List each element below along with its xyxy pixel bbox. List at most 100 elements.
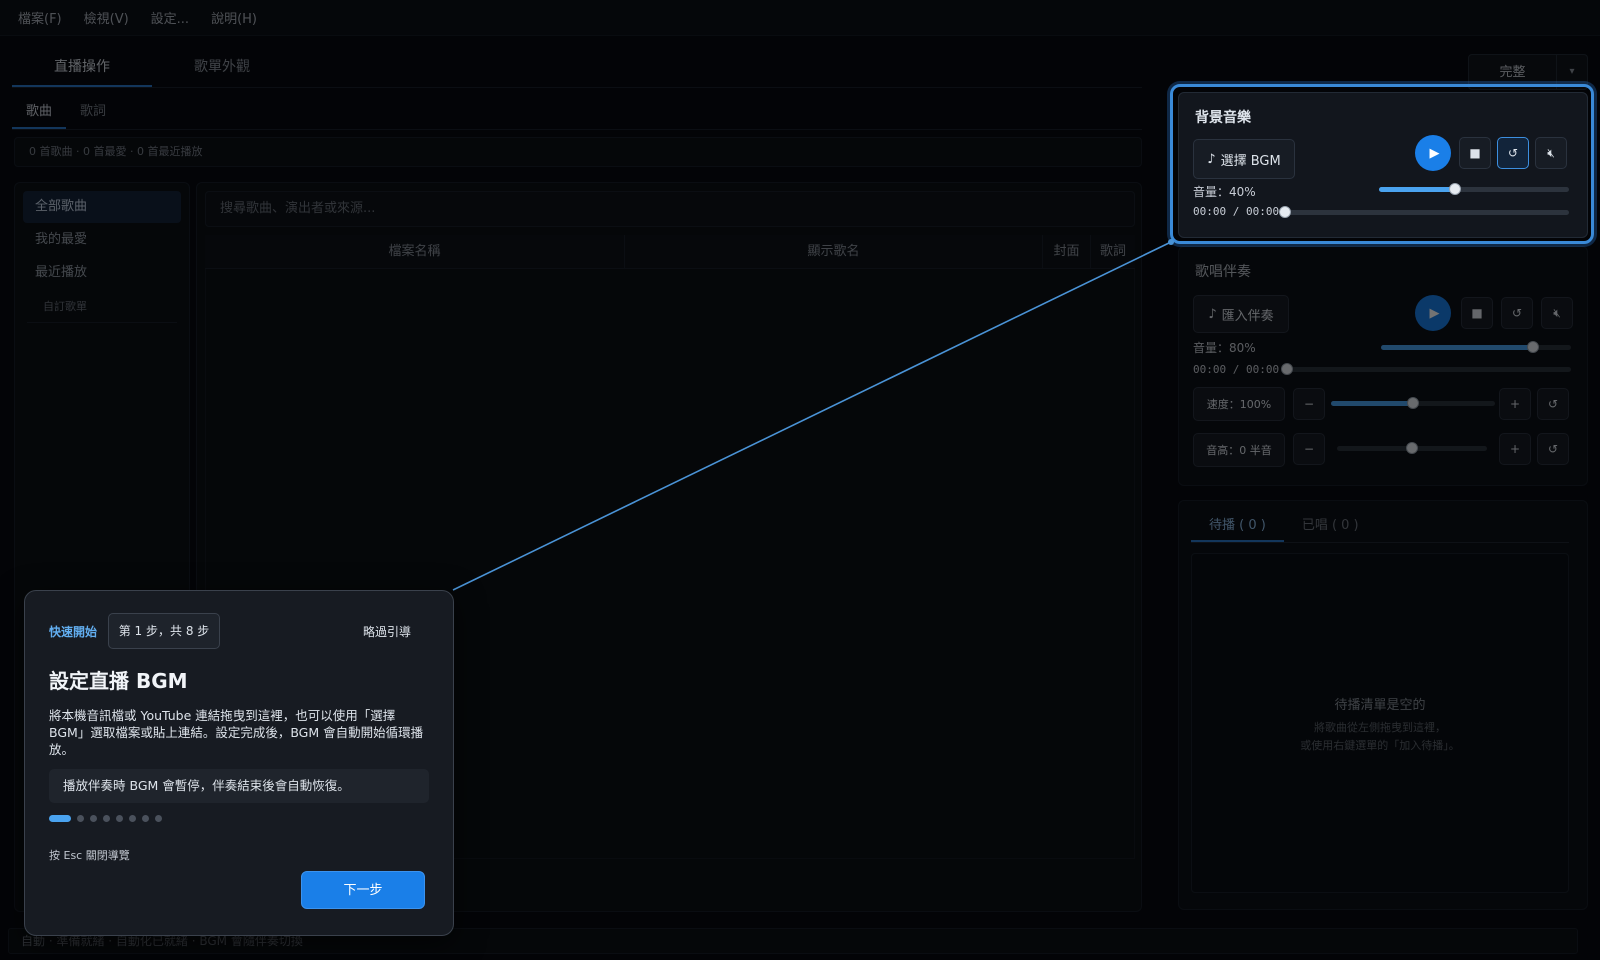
import-karaoke-button[interactable]: ♪ 匯入伴奏	[1193, 295, 1289, 333]
tab-queue-sung[interactable]: 已唱 ( 0 )	[1284, 513, 1377, 542]
reset-icon: ↺	[1547, 397, 1559, 411]
karaoke-volume-slider[interactable]	[1381, 341, 1571, 353]
bgm-seek-handle[interactable]	[1279, 206, 1291, 218]
tab-songs[interactable]: 歌曲	[12, 98, 67, 129]
bgm-seek-bar[interactable]	[1279, 206, 1569, 218]
column-lyrics[interactable]: 歌詞	[1091, 235, 1135, 268]
karaoke-title: 歌唱伴奏	[1195, 264, 1251, 280]
speed-reset-button[interactable]: ↺	[1537, 388, 1569, 420]
tour-title: 設定直播 BGM	[49, 669, 188, 693]
next-step-button[interactable]: 下一步	[301, 871, 425, 909]
sub-tabs: 歌曲 歌詞	[12, 98, 1142, 130]
column-cover[interactable]: 封面	[1043, 235, 1091, 268]
menu-bar: 檔案(F) 檢視(V) 設定... 說明(H)	[0, 0, 1600, 36]
sidebar-item-all-songs[interactable]: 全部歌曲	[23, 191, 181, 223]
karaoke-volume-label: 音量：80%	[1193, 341, 1256, 355]
tab-playlist-appearance[interactable]: 歌單外觀	[152, 48, 292, 87]
stop-icon: ■	[1471, 306, 1483, 320]
song-search-input[interactable]: 搜尋歌曲、演出者或來源...	[205, 191, 1135, 227]
tab-live-control[interactable]: 直播操作	[12, 48, 152, 87]
speed-increase-button[interactable]: +	[1499, 388, 1531, 420]
tour-kicker: 快速開始	[49, 625, 98, 639]
queue-empty-hint-2: 或使用右鍵選單的「加入待播」。	[1300, 739, 1460, 752]
select-bgm-button[interactable]: ♪ 選擇 BGM	[1193, 139, 1295, 179]
karaoke-play-button[interactable]: ▶	[1415, 295, 1451, 331]
queue-empty-title: 待播清單是空的	[1334, 698, 1426, 713]
speed-decrease-button[interactable]: −	[1293, 388, 1325, 420]
pitch-decrease-button[interactable]: −	[1293, 433, 1325, 465]
song-table-header: 檔案名稱 顯示歌名 封面 歌詞	[205, 235, 1135, 269]
karaoke-loop-button[interactable]: ↺	[1501, 297, 1533, 329]
loop-icon: ↺	[1511, 306, 1523, 320]
reset-icon: ↺	[1547, 442, 1559, 456]
play-icon: ▶	[1429, 145, 1440, 161]
select-bgm-label: 選擇 BGM	[1220, 153, 1281, 169]
tour-progress-dots	[49, 815, 162, 822]
tour-progress-dot	[155, 815, 162, 822]
tour-progress-dot	[90, 815, 97, 822]
bgm-time: 00:00 / 00:00	[1193, 205, 1280, 218]
speed-handle[interactable]	[1407, 397, 1419, 409]
column-display-title[interactable]: 顯示歌名	[625, 235, 1043, 268]
sidebar-item-recent[interactable]: 最近播放	[23, 257, 181, 289]
queue-tabs: 待播 ( 0 ) 已唱 ( 0 )	[1191, 513, 1569, 543]
skip-tour-button[interactable]: 略過引導	[363, 623, 411, 640]
tour-progress-dot	[77, 815, 84, 822]
tour-note: 播放伴奏時 BGM 會暫停，伴奏結束後會自動恢復。	[49, 769, 429, 803]
custom-playlist-section: 自訂歌單	[27, 290, 177, 323]
queue-empty-hint-1: 將歌曲從左側拖曳到這裡，	[1314, 721, 1446, 734]
speed-fill	[1331, 401, 1413, 406]
minus-icon: −	[1303, 442, 1315, 456]
karaoke-mute-button[interactable]: 🔇︎	[1541, 297, 1573, 329]
tab-lyrics[interactable]: 歌詞	[66, 98, 120, 129]
menu-help[interactable]: 說明(H)	[211, 8, 257, 27]
minus-icon: −	[1303, 397, 1315, 411]
bgm-volume-handle[interactable]	[1449, 183, 1461, 195]
pitch-slider[interactable]	[1337, 442, 1487, 454]
menu-view[interactable]: 檢視(V)	[84, 8, 129, 27]
mute-icon: 🔇︎	[1547, 145, 1555, 160]
speed-slider[interactable]	[1331, 397, 1495, 409]
karaoke-panel: 歌唱伴奏 ♪ 匯入伴奏 ▶ ■ ↺ 🔇︎ 音量：80% 00:00 / 00:0…	[1178, 246, 1588, 486]
bgm-volume-slider[interactable]	[1379, 183, 1569, 195]
karaoke-seek-bar[interactable]	[1281, 363, 1571, 375]
music-add-icon: ♪	[1207, 151, 1216, 167]
menu-file[interactable]: 檔案(F)	[18, 8, 62, 27]
music-add-icon: ♪	[1208, 306, 1217, 322]
mute-icon: 🔇︎	[1553, 305, 1561, 320]
bgm-volume-fill	[1379, 187, 1455, 192]
queue-panel: 待播 ( 0 ) 已唱 ( 0 ) 待播清單是空的 將歌曲從左側拖曳到這裡， 或…	[1178, 500, 1588, 910]
karaoke-stop-button[interactable]: ■	[1461, 297, 1493, 329]
pitch-handle[interactable]	[1406, 442, 1418, 454]
esc-hint: 按 Esc 關閉導覽	[49, 849, 130, 862]
tour-progress-dot	[129, 815, 136, 822]
plus-icon: +	[1509, 397, 1521, 411]
tab-queue-pending[interactable]: 待播 ( 0 )	[1191, 513, 1284, 542]
karaoke-volume-handle[interactable]	[1527, 341, 1539, 353]
pitch-increase-button[interactable]: +	[1499, 433, 1531, 465]
bgm-mute-button[interactable]: 🔇︎	[1535, 137, 1567, 169]
bgm-loop-button[interactable]: ↺	[1497, 137, 1529, 169]
bgm-stop-button[interactable]: ■	[1459, 137, 1491, 169]
menu-settings[interactable]: 設定...	[151, 8, 189, 27]
karaoke-time: 00:00 / 00:00	[1193, 363, 1280, 376]
tour-progress-dot	[49, 815, 71, 822]
bgm-panel: 背景音樂 ♪ 選擇 BGM ▶ ■ ↺ 🔇︎ 音量：40% 00:00 / 00…	[1178, 92, 1588, 238]
sidebar-item-favorites[interactable]: 我的最愛	[23, 224, 181, 256]
play-icon: ▶	[1429, 305, 1440, 321]
main-tabs: 直播操作 歌單外觀	[12, 48, 1142, 88]
tour-progress-dot	[116, 815, 123, 822]
karaoke-seek-handle[interactable]	[1281, 363, 1293, 375]
bgm-play-button[interactable]: ▶	[1415, 135, 1451, 171]
import-karaoke-label: 匯入伴奏	[1221, 308, 1274, 324]
tour-progress-dot	[142, 815, 149, 822]
queue-list: 待播清單是空的 將歌曲從左側拖曳到這裡， 或使用右鍵選單的「加入待播」。	[1191, 553, 1569, 893]
bgm-title: 背景音樂	[1195, 110, 1251, 126]
karaoke-volume-fill	[1381, 345, 1533, 350]
column-filename[interactable]: 檔案名稱	[205, 235, 625, 268]
bgm-volume-label: 音量：40%	[1193, 185, 1256, 199]
pitch-reset-button[interactable]: ↺	[1537, 433, 1569, 465]
tour-progress-dot	[103, 815, 110, 822]
loop-icon: ↺	[1507, 146, 1519, 160]
stop-icon: ■	[1469, 146, 1481, 160]
